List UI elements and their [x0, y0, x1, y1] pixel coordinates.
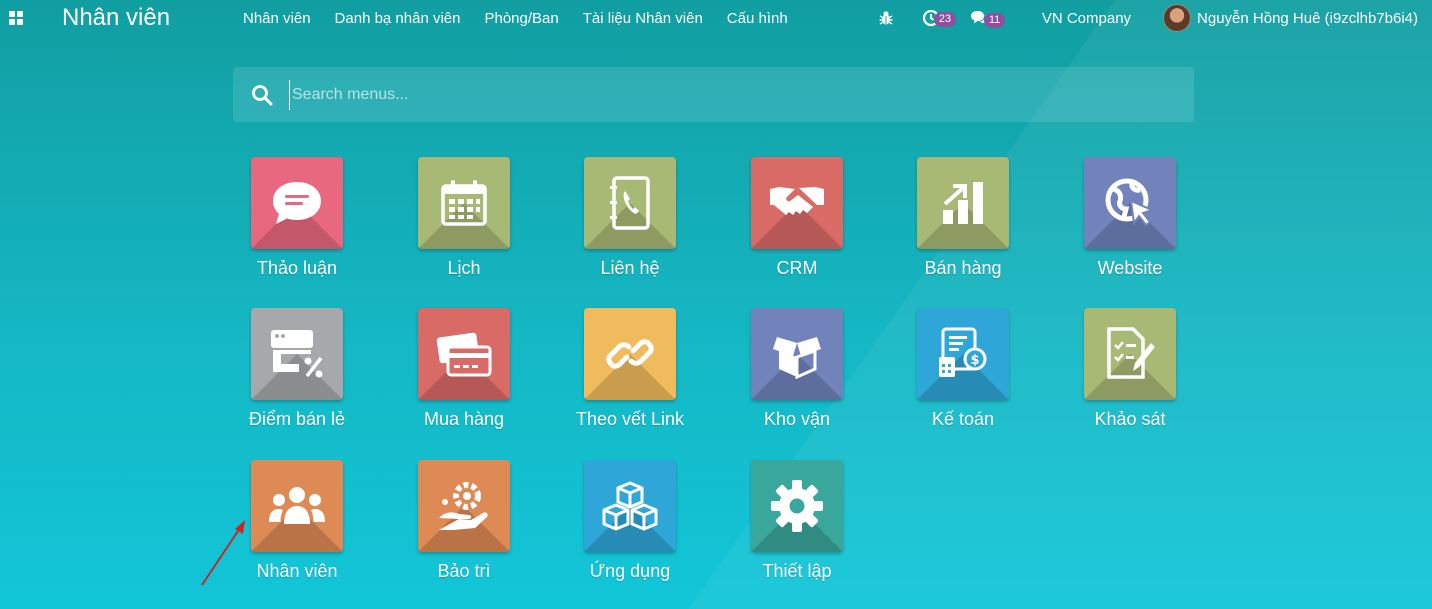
app-label: Điểm bán lẻ — [248, 409, 346, 429]
app-icon-tile — [251, 308, 343, 400]
app-point-of-sale[interactable]: Điểm bán lẻ — [222, 308, 372, 448]
app-icon-tile — [251, 460, 343, 552]
app-sales[interactable]: Bán hàng — [888, 157, 1038, 297]
app-calendar[interactable]: Lịch — [389, 157, 539, 297]
globe-cursor-icon — [1105, 178, 1155, 227]
app-brand[interactable]: Nhân viên — [62, 4, 222, 32]
menu-item-employees[interactable]: Nhân viên — [243, 10, 311, 27]
app-icon-tile — [418, 460, 510, 552]
app-contacts[interactable]: Liên hệ — [555, 157, 705, 297]
app-icon-tile — [917, 157, 1009, 249]
app-label: CRM — [776, 258, 818, 278]
app-label: Mua hàng — [423, 409, 505, 429]
app-label: Ứng dụng — [589, 561, 671, 581]
app-maintenance[interactable]: Bảo trì — [389, 460, 539, 600]
user-name: Nguyễn Hồng Huê (i9zclhb7b6i4) — [1197, 9, 1418, 27]
cubes-icon — [602, 481, 658, 531]
apps-menu-toggle[interactable] — [0, 0, 32, 36]
users-icon — [269, 487, 325, 524]
systray: 23 11 VN Company Nguyễn Hồng Huê (i9zclh… — [878, 0, 1432, 36]
app-icon-tile — [1084, 308, 1176, 400]
activity-badge: 23 — [933, 12, 957, 27]
app-discuss[interactable]: Thảo luận — [222, 157, 372, 297]
user-menu[interactable]: Nguyễn Hồng Huê (i9zclhb7b6i4) — [1163, 4, 1418, 32]
app-icon-tile — [584, 460, 676, 552]
sales-chart-icon — [943, 182, 983, 224]
grid-icon — [9, 11, 23, 25]
menu-item-configuration[interactable]: Cấu hình — [727, 10, 788, 27]
link-icon — [606, 339, 654, 369]
chat-icon — [273, 182, 321, 224]
handshake-icon — [770, 187, 824, 215]
app-label: Kho vận — [763, 409, 831, 429]
top-navbar: Nhân viên Nhân viên Danh bạ nhân viên Ph… — [0, 0, 1432, 36]
app-accounting[interactable]: $ Kế toán — [888, 308, 1038, 448]
app-icon-tile — [584, 308, 676, 400]
app-apps[interactable]: Ứng dụng — [555, 460, 705, 600]
menu-search-bar — [233, 67, 1194, 122]
app-label: Liên hệ — [600, 258, 660, 278]
calendar-icon — [441, 180, 487, 226]
shop-icon — [271, 330, 323, 378]
app-label: Thảo luận — [256, 258, 338, 278]
credit-card-icon — [436, 332, 492, 377]
messaging-button[interactable]: 11 — [970, 10, 1006, 28]
app-purchase[interactable]: Mua hàng — [389, 308, 539, 448]
svg-text:$: $ — [970, 353, 979, 368]
app-icon-tile — [1084, 157, 1176, 249]
activity-button[interactable]: 23 — [922, 9, 957, 27]
main-menu: Nhân viên Danh bạ nhân viên Phòng/Ban Tà… — [243, 10, 812, 27]
address-book-icon — [610, 176, 650, 230]
app-label: Bán hàng — [924, 258, 1002, 278]
menu-item-documents[interactable]: Tài liệu Nhân viên — [583, 10, 703, 27]
menu-item-directory[interactable]: Danh bạ nhân viên — [335, 10, 461, 27]
app-icon-tile: $ — [917, 308, 1009, 400]
app-label: Bảo trì — [437, 561, 491, 581]
bug-icon — [879, 11, 893, 25]
menu-item-departments[interactable]: Phòng/Ban — [484, 10, 558, 27]
app-icon-tile — [251, 157, 343, 249]
app-label: Nhân viên — [256, 561, 338, 581]
app-survey[interactable]: Khảo sát — [1055, 308, 1205, 448]
box-icon — [773, 337, 821, 379]
search-input[interactable] — [289, 79, 1194, 110]
app-icon-tile — [418, 308, 510, 400]
app-crm[interactable]: CRM — [722, 157, 872, 297]
app-label: Kế toán — [931, 409, 995, 429]
app-link-tracker[interactable]: Theo vết Link — [555, 308, 705, 448]
app-label: Lịch — [447, 258, 481, 278]
app-label: Theo vết Link — [575, 409, 685, 429]
app-label: Thiết lập — [762, 561, 832, 581]
debug-button[interactable] — [878, 10, 894, 26]
avatar — [1163, 4, 1192, 32]
app-icon-tile — [584, 157, 676, 249]
app-icon-tile — [751, 308, 843, 400]
gear-icon — [771, 480, 823, 532]
app-employees[interactable]: Nhân viên — [222, 460, 372, 600]
app-label: Khảo sát — [1094, 409, 1166, 429]
survey-icon — [1107, 327, 1155, 379]
app-website[interactable]: Website — [1055, 157, 1205, 297]
app-inventory[interactable]: Kho vận — [722, 308, 872, 448]
accounting-icon: $ — [939, 327, 987, 377]
app-icon-tile — [751, 460, 843, 552]
message-badge: 11 — [983, 13, 1006, 28]
app-settings[interactable]: Thiết lập — [722, 460, 872, 600]
maintenance-icon — [439, 482, 488, 530]
app-icon-tile — [418, 157, 510, 249]
app-icon-tile — [751, 157, 843, 249]
app-label: Website — [1097, 258, 1163, 278]
search-icon — [252, 84, 273, 105]
company-switcher[interactable]: VN Company — [1042, 10, 1131, 27]
